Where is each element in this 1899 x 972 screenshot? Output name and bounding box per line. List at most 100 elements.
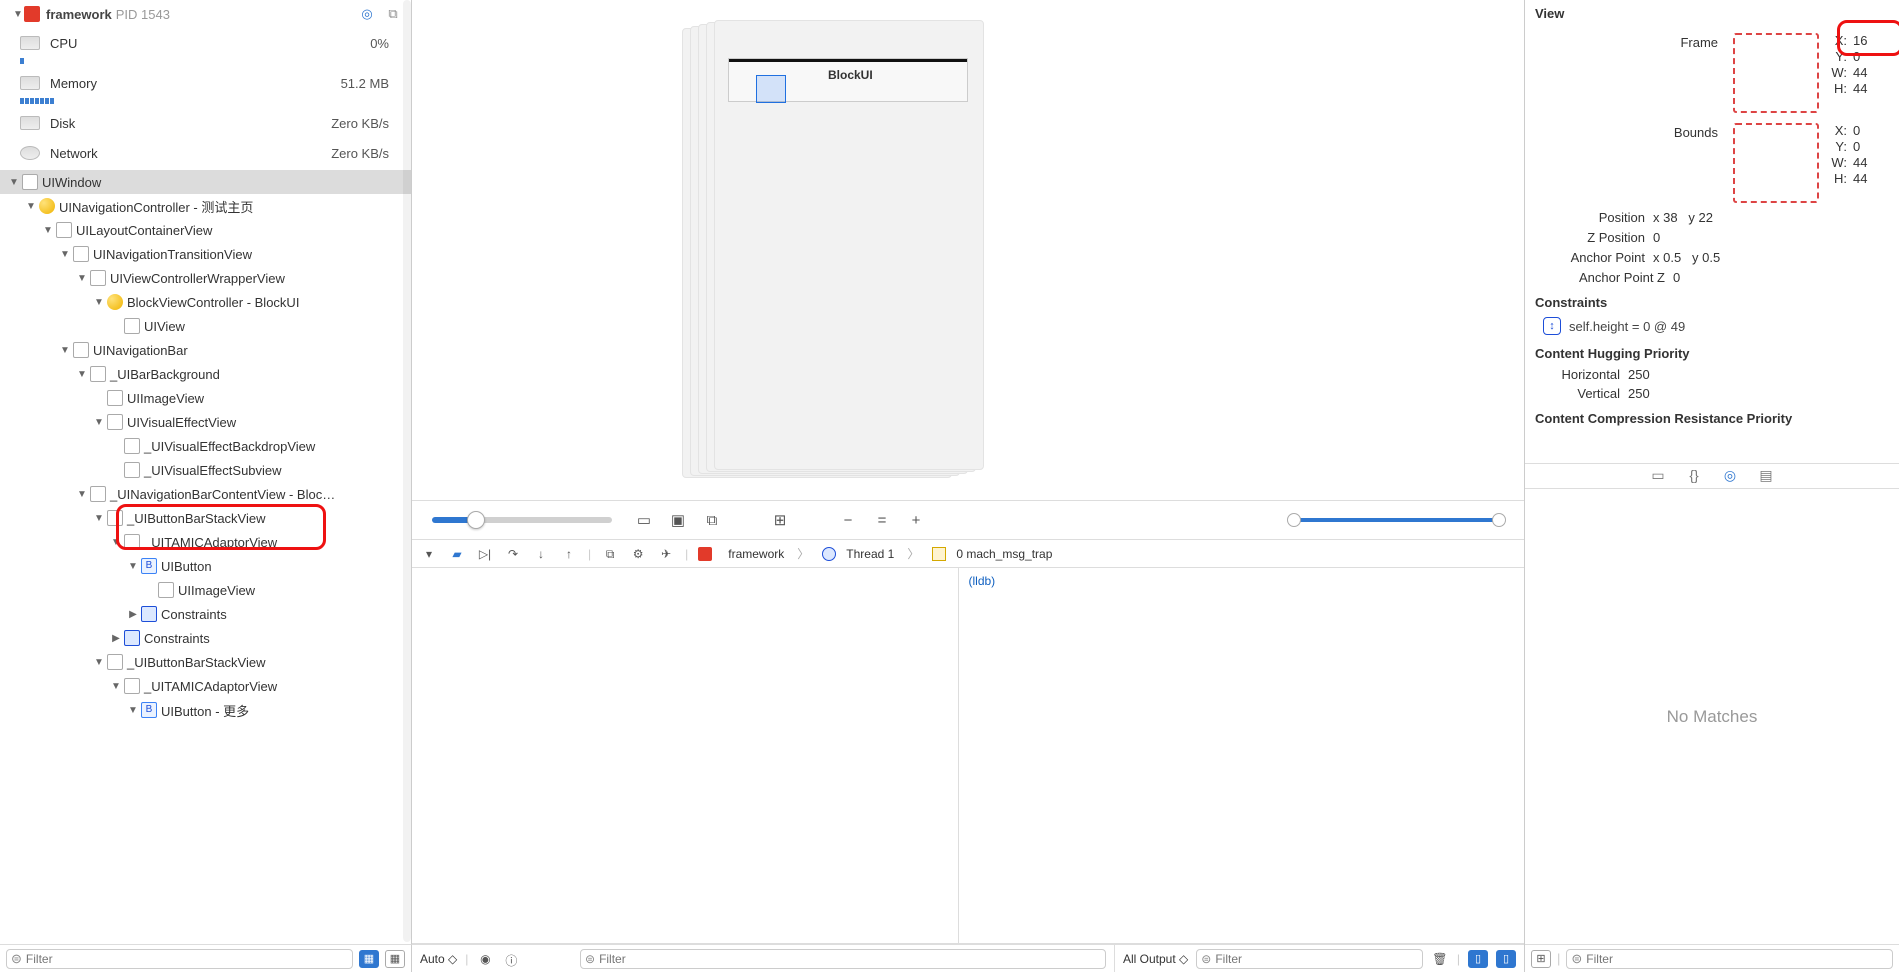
cpu-metric[interactable]: CPU 0%	[0, 28, 411, 58]
tree-row[interactable]: UIView	[0, 314, 411, 338]
zoom-reset-icon[interactable]: =	[872, 512, 892, 528]
disclosure-triangle[interactable]: ▼	[59, 344, 71, 356]
tree-row[interactable]: ▼_UITAMICAdaptorView	[0, 674, 411, 698]
navigator-filter[interactable]: ⊜	[6, 949, 353, 969]
debug-memory-icon[interactable]: ⚙	[629, 547, 647, 561]
tree-row[interactable]: ▼UIVisualEffectView	[0, 410, 411, 434]
constraint-item[interactable]: ↕ self.height = 0 @ 49	[1525, 314, 1899, 338]
identity-tab-icon[interactable]: {}	[1685, 467, 1703, 485]
disclosure-triangle[interactable]: ▶	[127, 608, 139, 620]
disclosure-triangle[interactable]: ▼	[93, 416, 105, 428]
disclosure-triangle[interactable]: ▼	[110, 680, 122, 692]
tree-row[interactable]: ▼_UIBarBackground	[0, 362, 411, 386]
disclosure-triangle[interactable]: ▼	[59, 248, 71, 260]
file-tab-icon[interactable]: ▭	[1649, 467, 1667, 485]
inspector-filter[interactable]: ⊜	[1566, 949, 1893, 969]
zoom-out-icon[interactable]: −	[838, 512, 858, 528]
tree-row[interactable]: ▶Constraints	[0, 602, 411, 626]
show-constraints-toggle[interactable]: ▦	[385, 950, 405, 968]
constraints-icon[interactable]: ⧉	[702, 512, 722, 528]
disclosure-triangle[interactable]: ▼	[127, 560, 139, 572]
breakpoint-tag-icon[interactable]: ▰	[448, 547, 466, 561]
disclosure-triangle[interactable]: ▼	[42, 224, 54, 236]
tree-row[interactable]: ▼BlockViewController - BlockUI	[0, 290, 411, 314]
view-hierarchy-tree[interactable]: ▼UIWindow▼UINavigationController - 测试主页▼…	[0, 168, 411, 972]
chevron-down-icon[interactable]: ▼	[12, 8, 24, 20]
range-slider[interactable]	[1289, 518, 1504, 522]
view-type-icon	[39, 198, 55, 214]
location-icon[interactable]: ✈	[657, 547, 675, 561]
tree-row[interactable]: ▼BUIButton	[0, 554, 411, 578]
disclosure-triangle[interactable]: ▼	[76, 368, 88, 380]
right-panel-toggle[interactable]: ▯	[1496, 950, 1516, 968]
tree-row[interactable]: ▼_UIButtonBarStackView	[0, 650, 411, 674]
disclosure-triangle[interactable]	[93, 392, 105, 404]
disclosure-triangle[interactable]: ▼	[76, 488, 88, 500]
zoom-in-icon[interactable]: +	[906, 512, 926, 528]
trash-icon[interactable]: 🗑	[1431, 952, 1449, 966]
tree-row[interactable]: ▼UINavigationTransitionView	[0, 242, 411, 266]
dropdown-icon[interactable]: ▾	[420, 547, 438, 561]
refresh-icon[interactable]: ◎	[357, 4, 377, 24]
tree-row[interactable]: _UIVisualEffectSubview	[0, 458, 411, 482]
grid-view-toggle[interactable]: ⊞	[1531, 950, 1551, 968]
disclosure-triangle[interactable]: ▶	[110, 632, 122, 644]
scope-auto[interactable]: Auto ◇	[420, 952, 457, 966]
debug-view-icon[interactable]: ⧉	[601, 547, 619, 561]
tree-label: UIButton - 更多	[161, 701, 249, 720]
disclosure-triangle[interactable]: ▼	[127, 704, 139, 716]
eye-icon[interactable]: ◉	[476, 952, 494, 966]
disclosure-triangle[interactable]	[110, 464, 122, 476]
network-metric[interactable]: Network Zero KB/s	[0, 138, 411, 168]
memory-metric[interactable]: Memory 51.2 MB	[0, 68, 411, 98]
size-tab-icon[interactable]: ◎	[1721, 467, 1739, 485]
tree-row[interactable]: UIImageView	[0, 386, 411, 410]
disclosure-triangle[interactable]: ▼	[93, 656, 105, 668]
view-debugger-canvas[interactable]: UINavigationController BlockUI	[412, 0, 1524, 500]
output-scope[interactable]: All Output ◇	[1123, 952, 1188, 966]
tree-row[interactable]: ▼BUIButton - 更多	[0, 698, 411, 722]
disclosure-triangle[interactable]: ▼	[110, 536, 122, 548]
disclosure-triangle[interactable]	[144, 584, 156, 596]
disclosure-triangle[interactable]: ▼	[93, 512, 105, 524]
grid-icon[interactable]: ⊞	[770, 512, 790, 528]
disclosure-triangle[interactable]	[110, 320, 122, 332]
scrollbar[interactable]	[403, 0, 411, 942]
tree-row[interactable]: ▶Constraints	[0, 626, 411, 650]
tree-row[interactable]: ▼UINavigationController - 测试主页	[0, 194, 411, 218]
attributes-tab-icon[interactable]: ▤	[1757, 467, 1775, 485]
variables-filter[interactable]: ⊜	[580, 949, 1106, 969]
disclosure-triangle[interactable]: ▼	[76, 272, 88, 284]
tree-row[interactable]: ▼UILayoutContainerView	[0, 218, 411, 242]
left-panel-toggle[interactable]: ▯	[1468, 950, 1488, 968]
tree-row[interactable]: ▼UINavigationBar	[0, 338, 411, 362]
clip-icon[interactable]: ▭	[634, 512, 654, 528]
console-pane[interactable]: (lldb)	[959, 568, 1525, 943]
tree-row[interactable]: ▼UIWindow	[0, 170, 411, 194]
info-icon[interactable]: ⓘ	[502, 952, 520, 966]
show-views-toggle[interactable]: ▦	[359, 950, 379, 968]
tree-row[interactable]: ▼_UINavigationBarContentView - Bloc…	[0, 482, 411, 506]
variables-pane[interactable]	[412, 568, 959, 943]
disclosure-triangle[interactable]: ▼	[93, 296, 105, 308]
tree-row[interactable]: ▼UIViewControllerWrapperView	[0, 266, 411, 290]
console-filter[interactable]: ⊜	[1196, 949, 1423, 969]
bc-frame[interactable]: 0 mach_msg_trap	[956, 547, 1052, 561]
bc-thread[interactable]: Thread 1	[846, 547, 894, 561]
step-over-icon[interactable]: ↷	[504, 547, 522, 561]
continue-icon[interactable]: ▷|	[476, 547, 494, 561]
disclosure-triangle[interactable]: ▼	[8, 176, 20, 188]
disk-metric[interactable]: Disk Zero KB/s	[0, 108, 411, 138]
step-out-icon[interactable]: ↑	[560, 547, 578, 561]
tree-row[interactable]: ▼_UIButtonBarStackView	[0, 506, 411, 530]
tree-row[interactable]: UIImageView	[0, 578, 411, 602]
disclosure-triangle[interactable]: ▼	[25, 200, 37, 212]
bc-app[interactable]: framework	[728, 547, 784, 561]
wireframe-icon[interactable]: ▣	[668, 512, 688, 528]
tree-row[interactable]: _UIVisualEffectBackdropView	[0, 434, 411, 458]
tree-row[interactable]: ▼_UITAMICAdaptorView	[0, 530, 411, 554]
disclosure-triangle[interactable]	[110, 440, 122, 452]
split-icon[interactable]: ⧉	[383, 4, 403, 24]
zoom-slider[interactable]	[432, 517, 612, 523]
step-into-icon[interactable]: ↓	[532, 547, 550, 561]
